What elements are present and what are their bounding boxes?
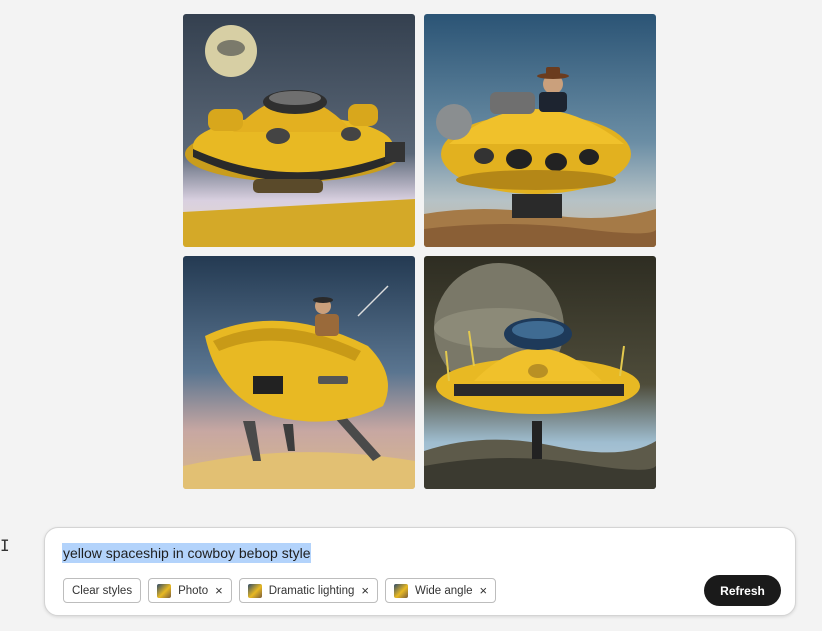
style-chip-photo[interactable]: Photo × xyxy=(148,578,232,603)
clear-styles-label: Clear styles xyxy=(72,584,133,597)
style-chip-label: Wide angle xyxy=(414,584,473,597)
yellow-spaceship-image-2 xyxy=(424,14,656,247)
wide-angle-thumbnail-icon xyxy=(393,583,408,598)
generated-image-1[interactable] xyxy=(183,14,415,247)
generated-image-3[interactable] xyxy=(183,256,415,489)
photo-style-thumbnail-icon xyxy=(157,583,172,598)
yellow-spaceship-image-4 xyxy=(424,256,656,489)
generated-image-2[interactable] xyxy=(424,14,656,247)
generated-image-4[interactable] xyxy=(424,256,656,489)
style-chip-label: Dramatic lighting xyxy=(268,584,355,597)
close-icon[interactable]: × xyxy=(480,584,488,597)
yellow-spaceship-image-3 xyxy=(183,256,415,489)
close-icon[interactable]: × xyxy=(215,584,223,597)
style-chips: Clear styles Photo × Dramatic lighting ×… xyxy=(63,578,497,603)
dramatic-lighting-thumbnail-icon xyxy=(247,583,262,598)
style-chip-wide-angle[interactable]: Wide angle × xyxy=(384,578,497,603)
refresh-button[interactable]: Refresh xyxy=(704,575,781,606)
prompt-panel: yellow spaceship in cowboy bebop style C… xyxy=(44,527,796,616)
close-icon[interactable]: × xyxy=(361,584,369,597)
style-chip-label: Photo xyxy=(178,584,209,597)
text-cursor-icon: I xyxy=(0,536,10,555)
yellow-spaceship-image-1 xyxy=(183,14,415,247)
clear-styles-button[interactable]: Clear styles xyxy=(63,578,142,603)
generated-image-grid xyxy=(183,14,656,489)
style-chip-dramatic-lighting[interactable]: Dramatic lighting × xyxy=(238,578,378,603)
prompt-input[interactable]: yellow spaceship in cowboy bebop style xyxy=(62,543,312,563)
